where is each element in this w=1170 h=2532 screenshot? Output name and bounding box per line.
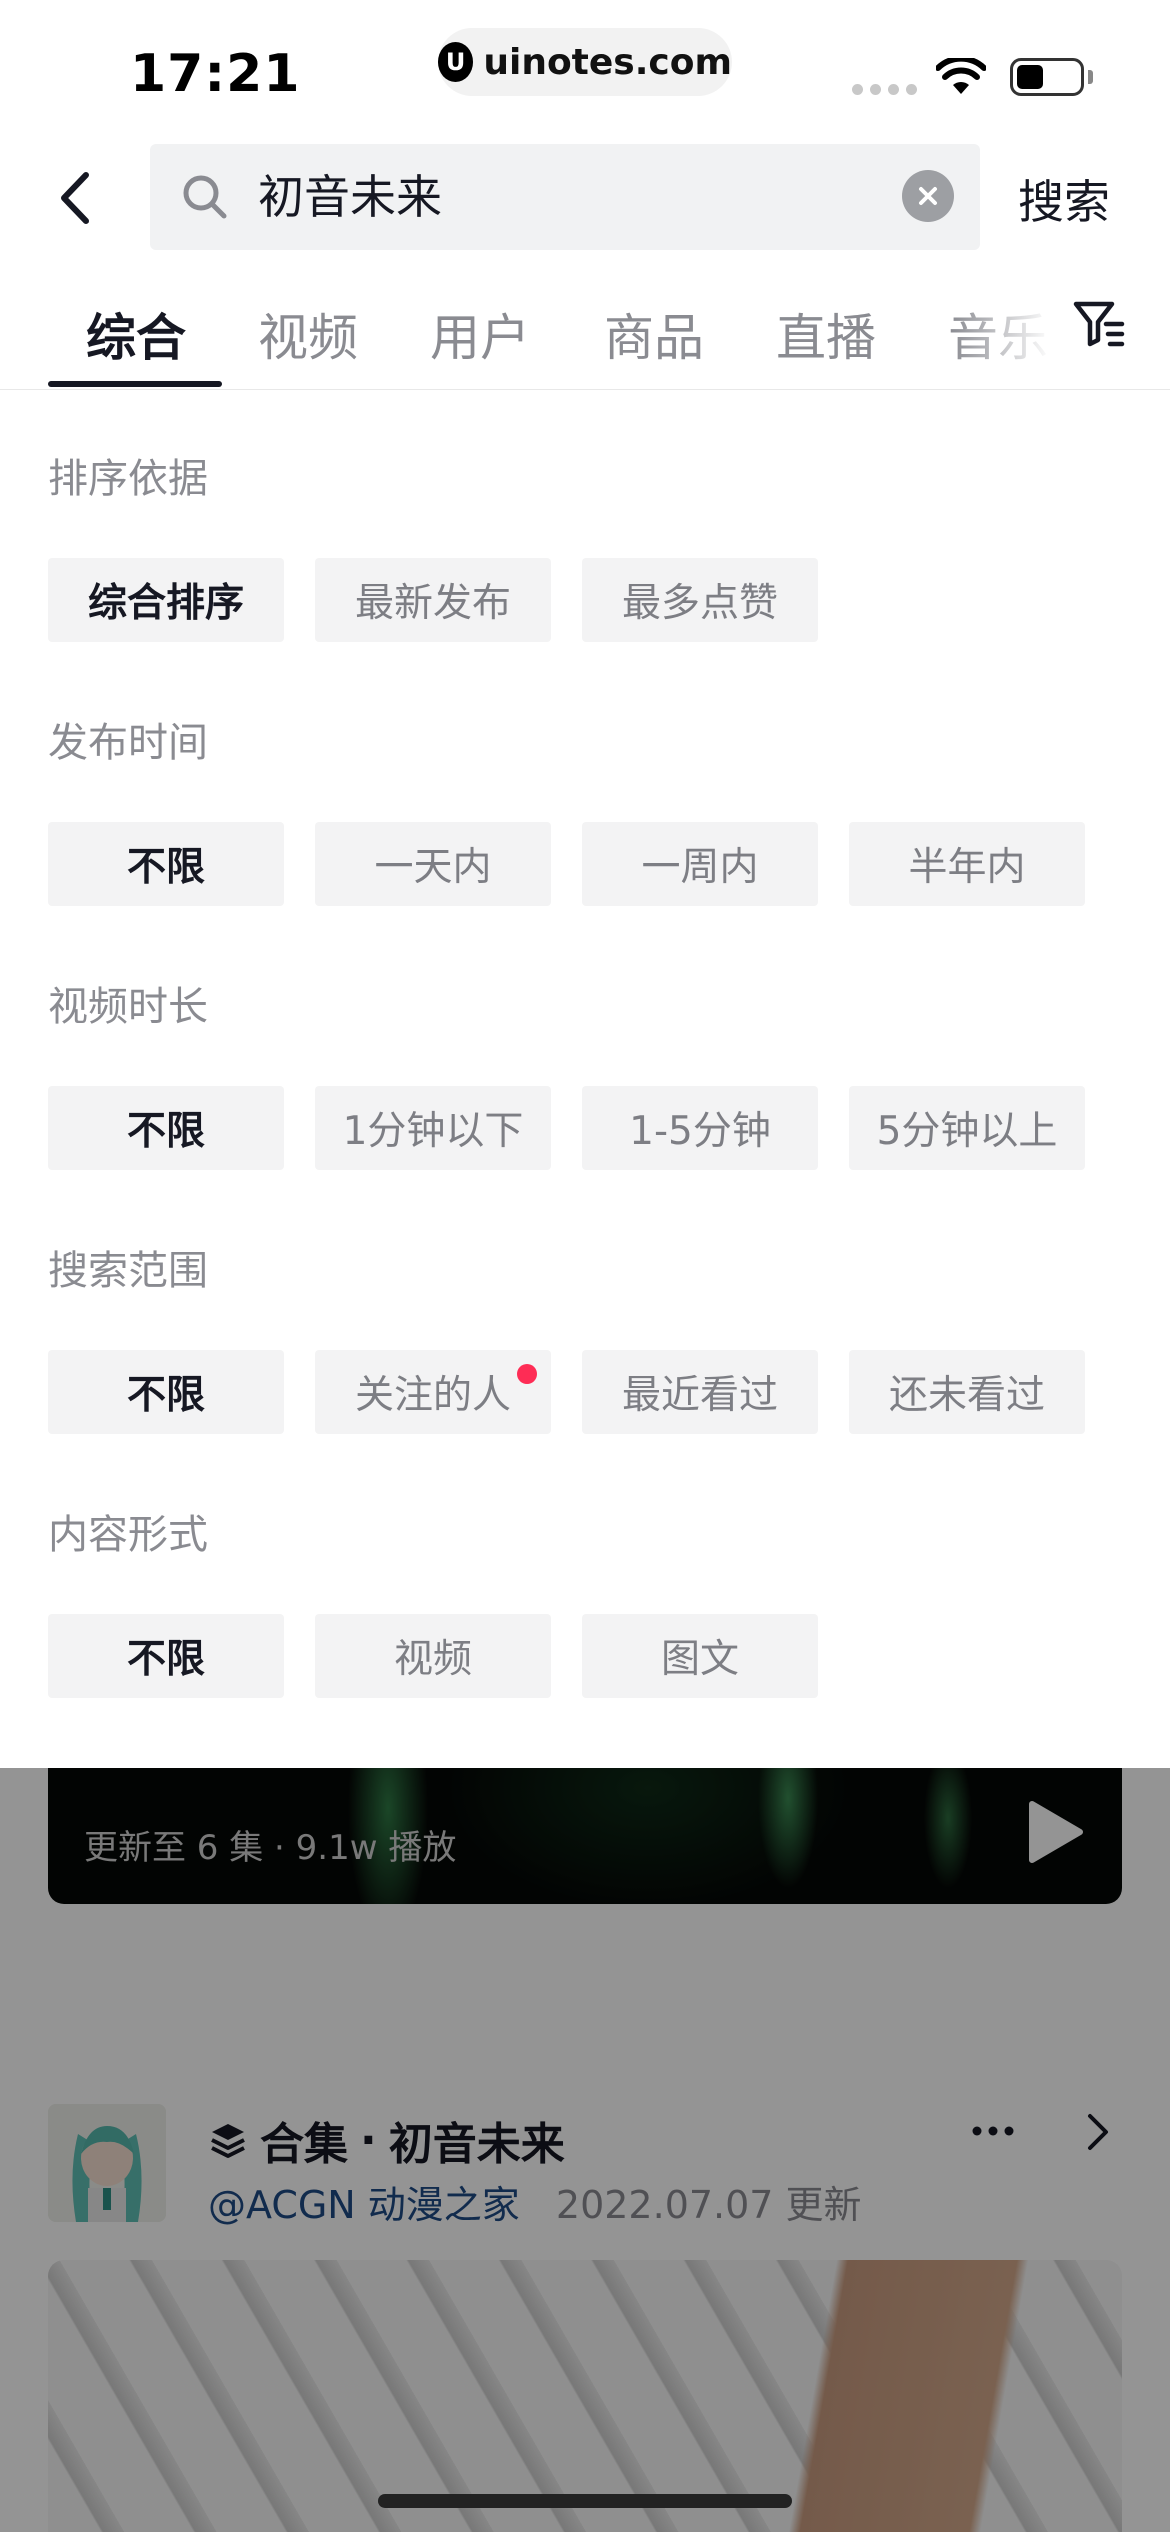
- status-bar: 17:21 U uinotes.com: [0, 0, 1170, 130]
- tab-users[interactable]: 用户: [430, 298, 530, 370]
- filter-panel: 排序依据 综合排序 最新发布 最多点赞 发布时间 不限 一天内 一周内 半年内 …: [0, 392, 1170, 1768]
- option-duration-under-1min[interactable]: 1分钟以下: [315, 1086, 551, 1170]
- search-box[interactable]: [150, 144, 980, 250]
- back-button[interactable]: [48, 162, 102, 234]
- wifi-icon: [936, 58, 986, 94]
- tab-comprehensive[interactable]: 综合: [86, 298, 186, 370]
- option-scope-recently-viewed[interactable]: 最近看过: [582, 1350, 818, 1434]
- option-scope-not-viewed[interactable]: 还未看过: [849, 1350, 1085, 1434]
- close-icon: [919, 187, 937, 205]
- new-badge-dot: [517, 1364, 537, 1384]
- section-title-content-type: 内容形式: [48, 1512, 208, 1558]
- option-content-video[interactable]: 视频: [315, 1614, 551, 1698]
- option-time-half-year[interactable]: 半年内: [849, 822, 1085, 906]
- uinotes-logo-icon: U: [438, 42, 474, 82]
- section-title-publish-time: 发布时间: [48, 720, 208, 766]
- tab-active-indicator: [48, 381, 222, 387]
- option-sort-most-liked[interactable]: 最多点赞: [582, 558, 818, 642]
- search-input[interactable]: [258, 164, 858, 230]
- option-scope-following-label: 关注的人: [354, 1373, 511, 1418]
- search-icon: [183, 175, 227, 219]
- option-time-one-week[interactable]: 一周内: [582, 822, 818, 906]
- tab-video[interactable]: 视频: [258, 298, 358, 370]
- option-sort-comprehensive[interactable]: 综合排序: [48, 558, 284, 642]
- option-time-one-day[interactable]: 一天内: [315, 822, 551, 906]
- url-text: uinotes.com: [483, 41, 732, 83]
- tab-products[interactable]: 商品: [604, 298, 704, 370]
- option-content-image-text[interactable]: 图文: [582, 1614, 818, 1698]
- url-pill[interactable]: U uinotes.com: [438, 28, 732, 96]
- option-scope-following[interactable]: 关注的人: [315, 1350, 551, 1434]
- option-duration-1-5min[interactable]: 1-5分钟: [582, 1086, 818, 1170]
- chevron-left-icon: [61, 172, 89, 224]
- section-title-scope: 搜索范围: [48, 1248, 208, 1294]
- section-title-sort: 排序依据: [48, 456, 208, 502]
- battery-icon: [1010, 58, 1084, 96]
- home-indicator: [378, 2494, 792, 2508]
- battery-cap: [1088, 70, 1093, 84]
- signal-dots-icon: [852, 84, 917, 95]
- clear-search-button[interactable]: [902, 170, 954, 222]
- status-time: 17:21: [130, 44, 301, 104]
- dim-overlay[interactable]: [0, 1768, 1170, 2532]
- option-content-any[interactable]: 不限: [48, 1614, 284, 1698]
- section-title-duration: 视频时长: [48, 984, 208, 1030]
- option-duration-over-5min[interactable]: 5分钟以上: [849, 1086, 1085, 1170]
- option-sort-newest[interactable]: 最新发布: [315, 558, 551, 642]
- search-tabs: 综合 视频 用户 商品 直播 音乐: [0, 270, 1170, 390]
- tab-fade: [950, 270, 1070, 388]
- search-submit-button[interactable]: 搜索: [1018, 166, 1110, 232]
- filter-icon[interactable]: [1070, 294, 1130, 354]
- option-scope-any[interactable]: 不限: [48, 1350, 284, 1434]
- option-duration-any[interactable]: 不限: [48, 1086, 284, 1170]
- option-time-any[interactable]: 不限: [48, 822, 284, 906]
- tab-live[interactable]: 直播: [776, 298, 876, 370]
